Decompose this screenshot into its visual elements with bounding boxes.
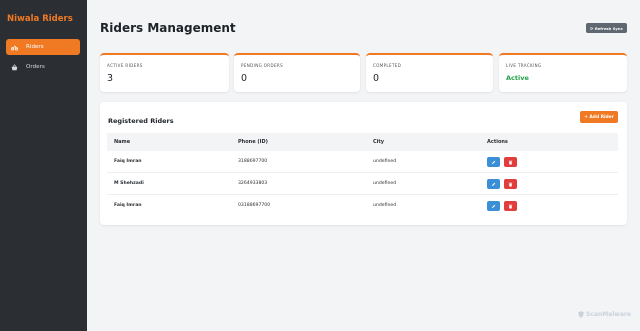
table-row: M Shehzadi 3264933803 undefined bbox=[107, 173, 618, 195]
edit-icon bbox=[492, 204, 496, 208]
edit-button[interactable] bbox=[487, 201, 500, 211]
stat-value: 3 bbox=[107, 73, 114, 84]
table-row: Faiq Imran 03188697700 undefined bbox=[107, 195, 618, 217]
shield-icon bbox=[578, 311, 584, 318]
refresh-sync-button[interactable]: ⟳ Refresh Sync bbox=[586, 23, 627, 33]
delete-button[interactable] bbox=[504, 201, 517, 211]
rider-phone: 3188697700 bbox=[238, 159, 268, 164]
rider-city: undefined bbox=[373, 159, 397, 164]
riders-panel: Registered Riders + Add Rider Name Phone… bbox=[100, 102, 627, 225]
live-tracking-status: Active bbox=[506, 74, 529, 82]
stat-label: ACTIVE RIDERS bbox=[107, 63, 143, 68]
add-rider-button[interactable]: + Add Rider bbox=[580, 111, 618, 123]
rider-phone: 03188697700 bbox=[238, 203, 271, 208]
rider-phone: 3264933803 bbox=[238, 181, 268, 186]
rider-name: M Shehzadi bbox=[114, 181, 144, 186]
column-header-city: City bbox=[373, 139, 385, 145]
sidebar-item-orders[interactable]: Orders bbox=[6, 59, 80, 75]
stat-card-completed: COMPLETED 0 bbox=[366, 53, 493, 92]
edit-icon bbox=[492, 182, 496, 186]
stat-card-active-riders: ACTIVE RIDERS 3 bbox=[100, 53, 229, 92]
sidebar-item-label: Orders bbox=[26, 64, 45, 70]
rider-name: Faiq Imran bbox=[114, 203, 142, 208]
trash-icon bbox=[508, 182, 513, 186]
delete-button[interactable] bbox=[504, 157, 517, 167]
watermark-text: ScanMalware bbox=[586, 311, 631, 318]
stat-label: COMPLETED bbox=[373, 63, 402, 68]
page-title: Riders Management bbox=[100, 21, 236, 35]
brand-title: Niwala Riders bbox=[7, 14, 73, 24]
stat-card-pending-orders: PENDING ORDERS 0 bbox=[234, 53, 360, 92]
table-header: Name Phone (ID) City Actions bbox=[107, 133, 618, 151]
column-header-name: Name bbox=[114, 139, 131, 145]
rider-city: undefined bbox=[373, 203, 397, 208]
refresh-sync-label: Refresh Sync bbox=[594, 25, 623, 31]
delete-button[interactable] bbox=[504, 179, 517, 189]
edit-icon bbox=[492, 160, 496, 164]
sidebar-item-riders[interactable]: Riders bbox=[6, 39, 80, 55]
rider-name: Faiq Imran bbox=[114, 159, 142, 164]
watermark: ScanMalware bbox=[578, 311, 631, 318]
trash-icon bbox=[508, 204, 513, 208]
rider-city: undefined bbox=[373, 181, 397, 186]
trash-icon bbox=[508, 160, 513, 164]
column-header-phone: Phone (ID) bbox=[238, 139, 268, 145]
stat-label: LIVE TRACKING bbox=[506, 63, 542, 68]
stat-value: 0 bbox=[373, 73, 380, 84]
stat-card-live-tracking: LIVE TRACKING Active bbox=[499, 53, 627, 92]
sidebar-item-label: Riders bbox=[26, 44, 44, 50]
stat-label: PENDING ORDERS bbox=[241, 63, 284, 68]
basket-icon bbox=[11, 63, 18, 71]
column-header-actions: Actions bbox=[487, 139, 508, 145]
edit-button[interactable] bbox=[487, 157, 500, 167]
table-row: Faiq Imran 3188697700 undefined bbox=[107, 151, 618, 173]
panel-title: Registered Riders bbox=[108, 117, 174, 125]
sync-icon: ⟳ bbox=[590, 25, 594, 31]
motorcycle-icon bbox=[11, 44, 18, 51]
stat-value: 0 bbox=[241, 73, 248, 84]
edit-button[interactable] bbox=[487, 179, 500, 189]
sidebar: Niwala Riders Riders Orders bbox=[0, 0, 87, 331]
